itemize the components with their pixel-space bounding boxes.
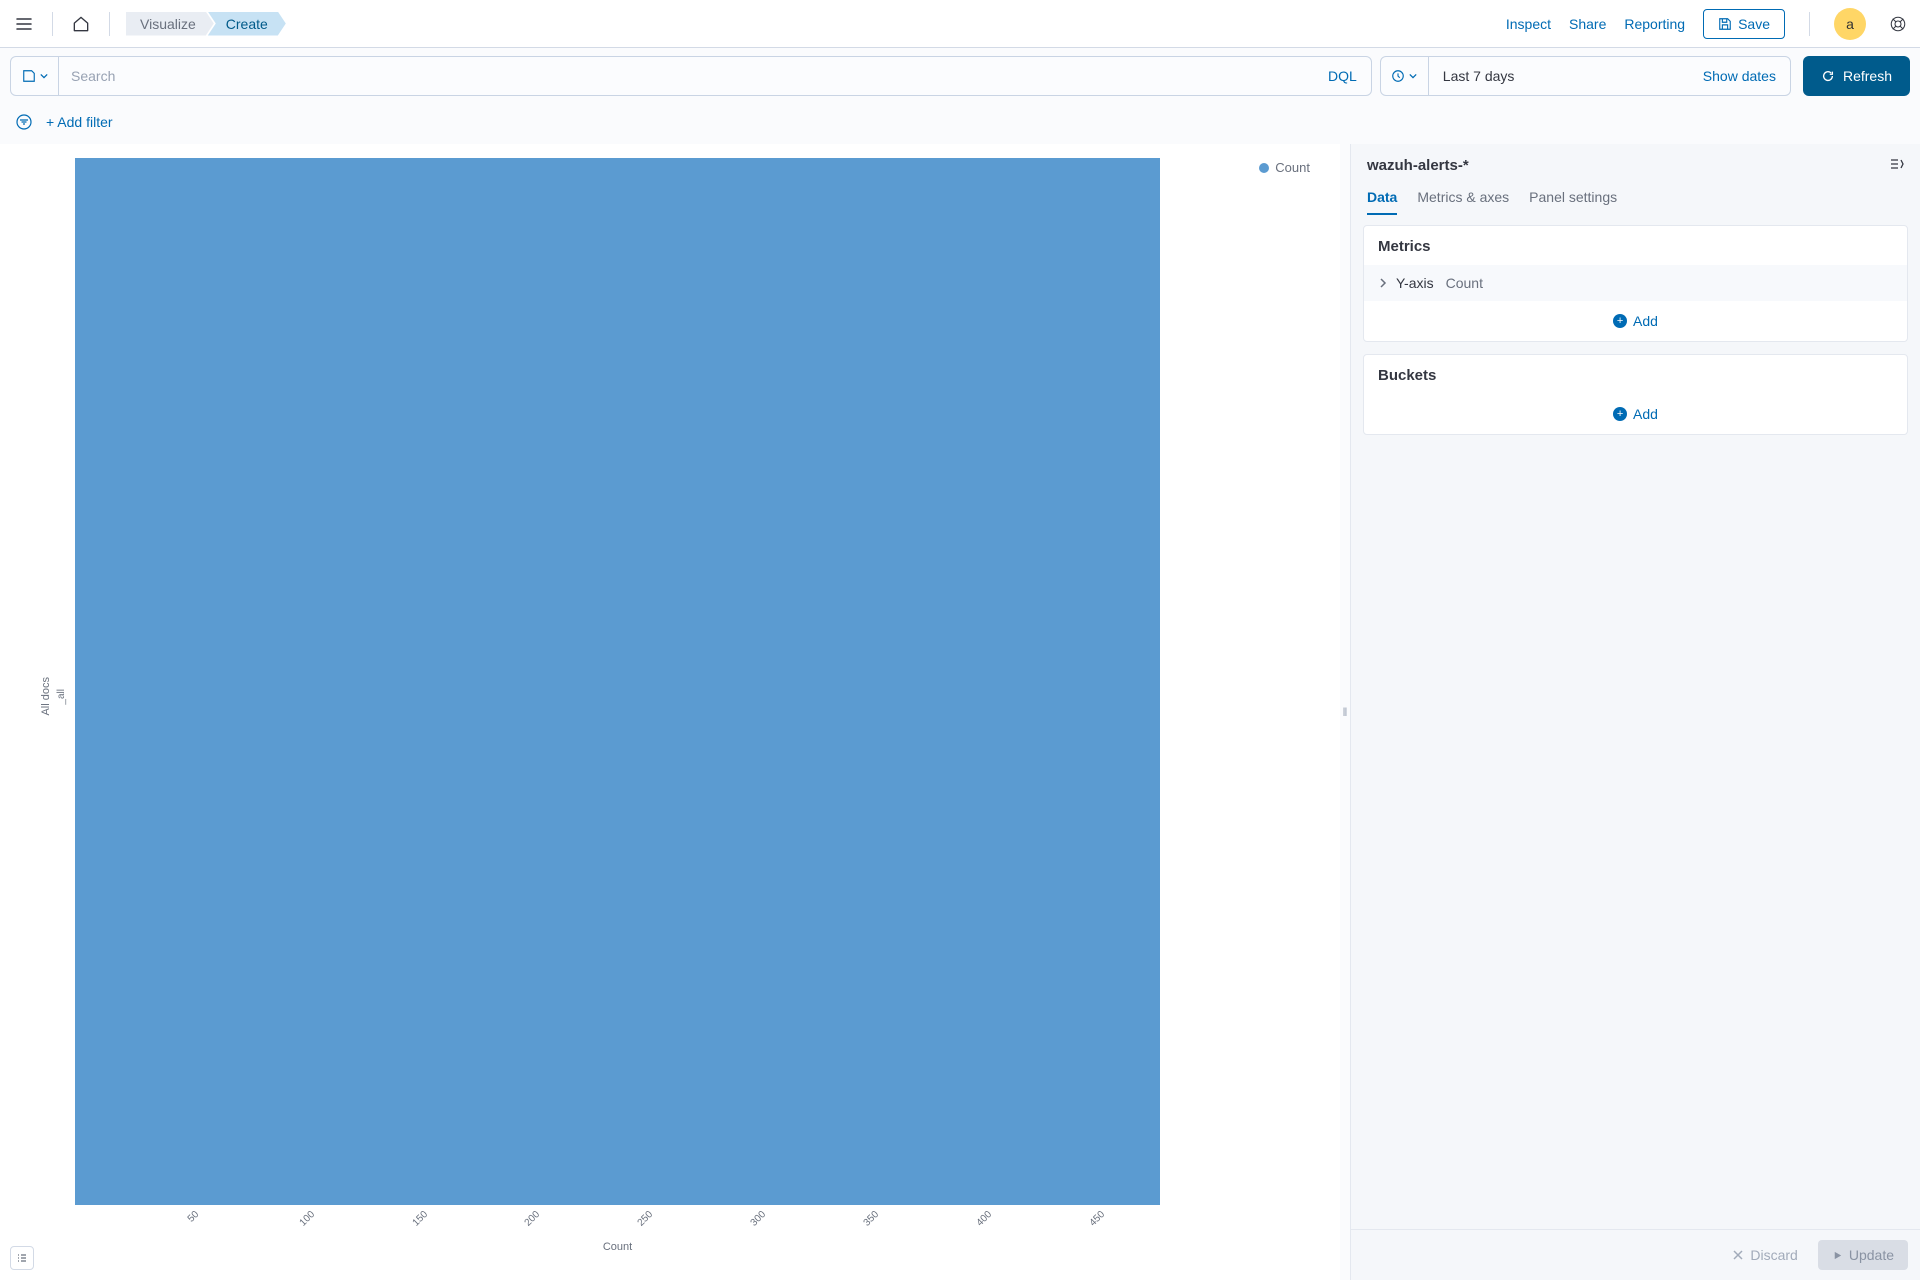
chart-legend[interactable]: Count	[1259, 160, 1310, 175]
sidebar-tabs: Data Metrics & axes Panel settings	[1351, 183, 1920, 215]
divider	[52, 12, 53, 36]
share-link[interactable]: Share	[1569, 16, 1606, 32]
reporting-link[interactable]: Reporting	[1624, 16, 1685, 32]
y-tick: _all	[56, 689, 67, 705]
time-picker: Last 7 days Show dates	[1380, 56, 1791, 96]
legend-position-button[interactable]	[10, 1246, 34, 1270]
user-avatar[interactable]: a	[1834, 8, 1866, 40]
legend-series-label: Count	[1275, 160, 1310, 175]
search-input[interactable]	[59, 57, 1314, 95]
x-tick: 50	[186, 1209, 202, 1225]
sidebar-collapse-button[interactable]	[1888, 156, 1904, 175]
bar-series	[75, 158, 1160, 1205]
list-icon	[16, 1252, 28, 1264]
chevron-down-icon	[1409, 72, 1417, 80]
x-tick: 350	[861, 1209, 881, 1229]
tab-data[interactable]: Data	[1367, 183, 1397, 215]
time-range-display[interactable]: Last 7 days	[1429, 57, 1689, 95]
y-axis-label: All docs	[40, 677, 52, 716]
lifebuoy-icon	[1889, 15, 1907, 33]
panel-resize-handle[interactable]: ‖	[1340, 144, 1350, 1280]
saved-query-button[interactable]	[11, 57, 59, 95]
plus-circle-icon: +	[1613, 407, 1627, 421]
visualization-area: Count All docs _all 50 100 150 200 250 3…	[0, 144, 1340, 1280]
update-label: Update	[1849, 1247, 1894, 1263]
buckets-card: Buckets + Add	[1363, 354, 1908, 435]
buckets-title: Buckets	[1364, 355, 1907, 394]
metrics-card: Metrics Y-axis Count + Add	[1363, 225, 1908, 342]
home-icon	[71, 14, 91, 34]
dql-toggle[interactable]: DQL	[1314, 57, 1371, 95]
metric-agg-label: Count	[1446, 275, 1483, 291]
main-area: Count All docs _all 50 100 150 200 250 3…	[0, 144, 1920, 1280]
x-tick: 450	[1087, 1209, 1107, 1229]
divider	[1809, 12, 1810, 36]
x-tick: 250	[636, 1209, 656, 1229]
save-button[interactable]: Save	[1703, 9, 1785, 39]
chart: All docs _all 50 100 150 200 250 300 350…	[40, 158, 1160, 1235]
sidebar-footer: Discard Update	[1351, 1229, 1920, 1280]
refresh-button[interactable]: Refresh	[1803, 56, 1910, 96]
show-dates-button[interactable]: Show dates	[1689, 57, 1790, 95]
x-tick: 300	[749, 1209, 769, 1229]
search-container: DQL	[10, 56, 1372, 96]
x-tick: 200	[523, 1209, 543, 1229]
x-tick: 100	[297, 1209, 317, 1229]
add-filter-button[interactable]: + Add filter	[46, 114, 113, 130]
index-pattern-title[interactable]: wazuh-alerts-*	[1367, 157, 1469, 174]
save-label: Save	[1738, 16, 1770, 32]
hamburger-icon	[16, 16, 32, 32]
x-axis: 50 100 150 200 250 300 350 400 450 Count	[75, 1205, 1160, 1235]
home-button[interactable]	[65, 8, 97, 40]
app-header: Visualize Create Inspect Share Reporting…	[0, 0, 1920, 48]
add-bucket-label: Add	[1633, 406, 1658, 422]
add-metric-button[interactable]: + Add	[1364, 301, 1907, 341]
chevron-down-icon	[40, 72, 48, 80]
inspect-link[interactable]: Inspect	[1506, 16, 1551, 32]
discard-label: Discard	[1750, 1247, 1797, 1263]
discard-button[interactable]: Discard	[1722, 1240, 1807, 1270]
refresh-icon	[1821, 69, 1835, 83]
update-button[interactable]: Update	[1818, 1240, 1908, 1270]
chevron-right-icon	[1378, 275, 1388, 291]
help-button[interactable]	[1884, 10, 1912, 38]
filter-bar: + Add filter	[0, 104, 1920, 144]
collapse-icon	[1888, 156, 1904, 172]
disk-icon	[22, 69, 36, 83]
breadcrumb-create[interactable]: Create	[208, 12, 286, 36]
metrics-title: Metrics	[1364, 226, 1907, 265]
x-tick: 150	[410, 1209, 430, 1229]
menu-toggle-button[interactable]	[8, 8, 40, 40]
refresh-label: Refresh	[1843, 68, 1892, 84]
legend-dot-icon	[1259, 163, 1269, 173]
tab-panel-settings[interactable]: Panel settings	[1529, 183, 1617, 215]
x-axis-label: Count	[603, 1241, 632, 1253]
tab-metrics-axes[interactable]: Metrics & axes	[1417, 183, 1509, 215]
plus-circle-icon: +	[1613, 314, 1627, 328]
metric-item-yaxis[interactable]: Y-axis Count	[1364, 265, 1907, 301]
save-icon	[1718, 17, 1732, 31]
time-quick-button[interactable]	[1381, 57, 1429, 95]
play-icon	[1832, 1250, 1843, 1261]
calendar-icon	[1391, 69, 1405, 83]
breadcrumb-visualize[interactable]: Visualize	[126, 12, 214, 36]
divider	[109, 12, 110, 36]
config-sidebar: wazuh-alerts-* Data Metrics & axes Panel…	[1350, 144, 1920, 1280]
close-icon	[1732, 1249, 1744, 1261]
filter-options-button[interactable]	[12, 110, 36, 134]
query-bar: DQL Last 7 days Show dates Refresh	[0, 48, 1920, 104]
filter-icon	[16, 114, 32, 130]
x-tick: 400	[974, 1209, 994, 1229]
metric-axis-label: Y-axis	[1396, 275, 1434, 291]
add-bucket-button[interactable]: + Add	[1364, 394, 1907, 434]
add-metric-label: Add	[1633, 313, 1658, 329]
breadcrumb: Visualize Create	[126, 12, 286, 36]
